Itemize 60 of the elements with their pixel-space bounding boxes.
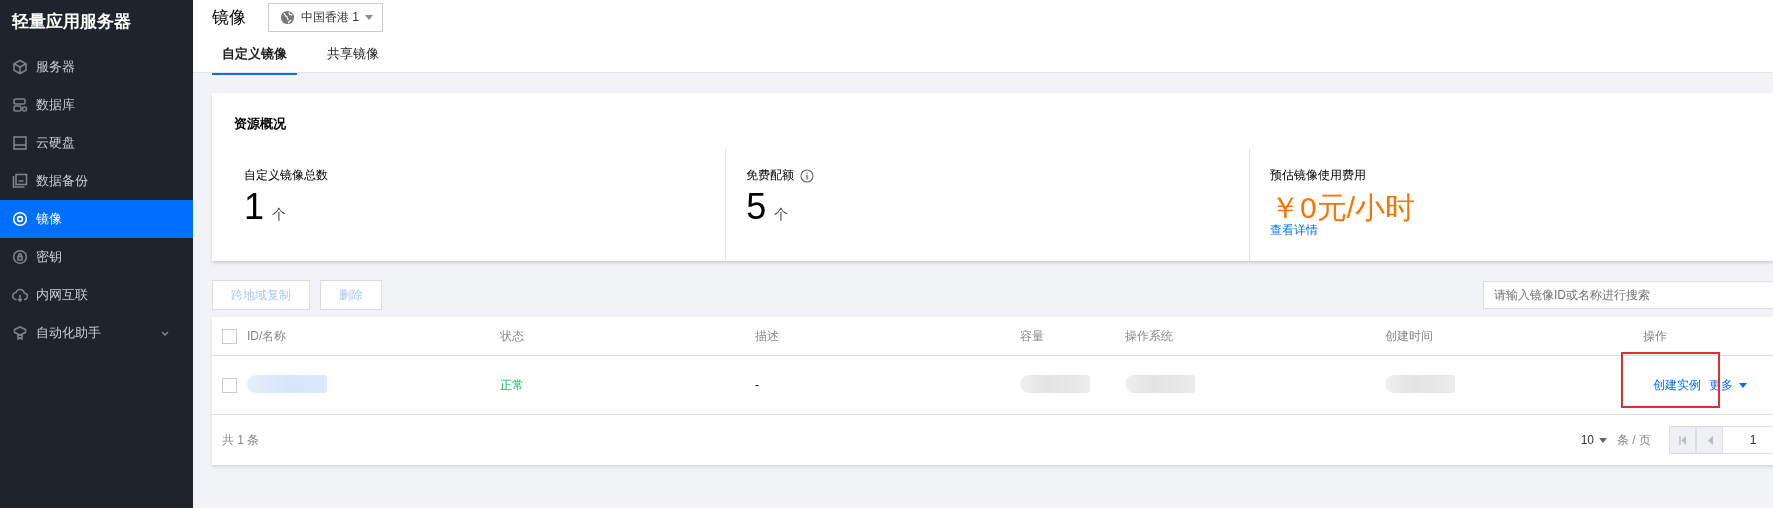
target-icon <box>12 211 28 227</box>
stat-value: 1 <box>244 186 265 228</box>
app-title: 轻量应用服务器 <box>10 11 132 33</box>
tab[interactable]: 自定义镜像 <box>212 44 297 75</box>
sidebar-item[interactable]: 密钥 <box>0 238 193 276</box>
page-size-label: 条 / 页 <box>1617 431 1651 449</box>
sidebar-item[interactable]: 数据备份 <box>0 162 193 200</box>
first-page-icon <box>1678 435 1687 445</box>
action-link[interactable]: 创建实例 <box>1653 376 1701 394</box>
blurred-text <box>1125 374 1195 393</box>
stat-unit: 个 <box>272 206 287 224</box>
stat-label: 自定义镜像总数 <box>244 167 328 184</box>
column-header: 操作系统 <box>1125 328 1173 343</box>
backup-icon <box>12 173 28 189</box>
page-input[interactable]: 1 <box>1723 426 1773 454</box>
blurred-text <box>1385 374 1455 393</box>
sidebar-item[interactable]: 内网互联 <box>0 276 193 314</box>
previous-page-icon <box>1706 435 1713 445</box>
sidebar-item[interactable]: 云硬盘 <box>0 124 193 162</box>
page-size-dropdown[interactable]: 10 <box>1580 433 1607 447</box>
checkbox[interactable] <box>222 377 237 393</box>
cloud-icon <box>12 287 28 303</box>
info-icon <box>800 168 815 183</box>
column-header: ID/名称 <box>247 328 287 343</box>
search-field[interactable]: 请输入镜像ID或名称进行搜索 <box>1483 281 1773 309</box>
caret-icon <box>365 14 373 20</box>
column-header: 状态 <box>500 328 524 343</box>
caret-icon <box>1739 382 1747 388</box>
stat-value: 5 <box>746 186 767 228</box>
region-label: 中国香港 1 <box>301 8 359 26</box>
stat-label: 预估镜像使用费用 <box>1270 167 1367 184</box>
region-dropdown[interactable]: 中国香港 1 <box>268 2 383 32</box>
sidebar-item[interactable]: 自动化助手 <box>0 314 193 352</box>
details-link[interactable]: 查看详情 <box>1270 222 1773 239</box>
cost-value: ￥0元/小时 <box>1270 190 1417 224</box>
column-header: 创建时间 <box>1385 328 1433 343</box>
stat-unit: 个 <box>774 206 789 224</box>
blurred-text <box>1020 374 1090 393</box>
status-text: 正常 <box>500 377 524 392</box>
table-cell: - <box>755 378 759 392</box>
sidebar-item[interactable]: 服务器 <box>0 48 193 86</box>
lock-icon <box>12 249 28 265</box>
card-title: 资源概况 <box>234 115 287 133</box>
caret-icon <box>1599 437 1607 443</box>
previous-page-button[interactable] <box>1696 426 1723 454</box>
sidebar-item[interactable]: 数据库 <box>0 86 193 124</box>
globe-icon <box>280 9 295 25</box>
cube-icon <box>12 59 28 75</box>
tab[interactable]: 共享镜像 <box>317 44 389 75</box>
checkbox[interactable] <box>222 328 237 344</box>
stat-label: 免费配额 <box>746 167 795 184</box>
column-header: 操作 <box>1643 328 1667 343</box>
sidebar-item[interactable]: 镜像 <box>0 200 193 238</box>
total-count: 共 1 条 <box>222 431 260 449</box>
column-header: 描述 <box>755 328 779 343</box>
page-title: 镜像 <box>212 6 246 29</box>
database-icon <box>12 97 28 113</box>
column-header: 容量 <box>1020 328 1044 343</box>
first-page-button[interactable] <box>1669 426 1696 454</box>
chevron-icon <box>161 330 169 336</box>
